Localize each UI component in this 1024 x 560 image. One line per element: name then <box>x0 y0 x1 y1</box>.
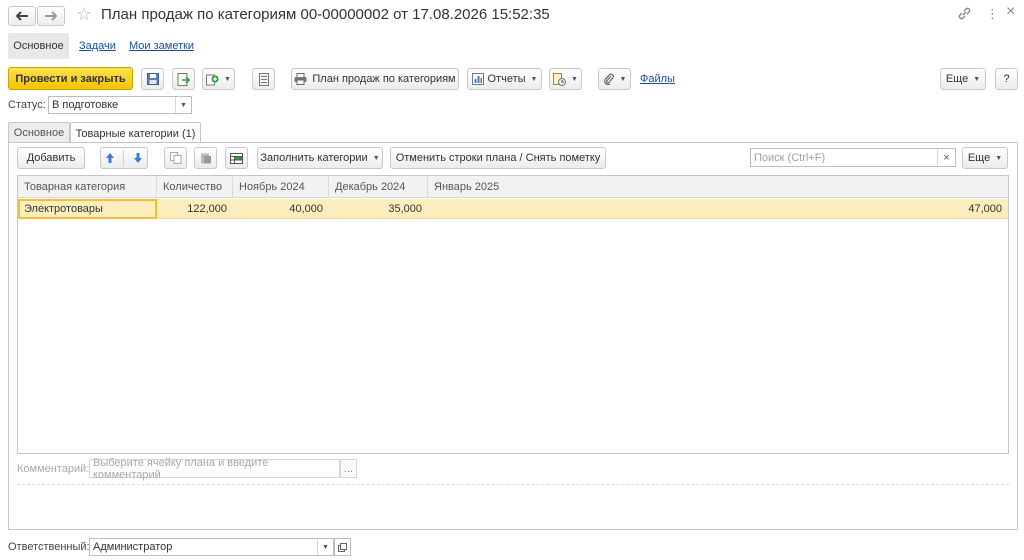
status-value: В подготовке <box>52 99 119 111</box>
tasks-link[interactable]: Задачи <box>79 40 116 52</box>
table-more-button[interactable]: Еще ▼ <box>962 147 1008 169</box>
copy-button[interactable] <box>164 147 187 169</box>
responsible-select[interactable]: Администратор ▼ <box>89 538 334 556</box>
add-button[interactable]: Добавить <box>17 147 85 169</box>
arrow-right-icon <box>45 11 58 21</box>
cell-quantity[interactable]: 122,000 <box>157 199 233 219</box>
responsible-value: Администратор <box>93 541 173 553</box>
files-label: Файлы <box>640 73 675 85</box>
post-and-close-button[interactable]: Провести и закрыть <box>8 67 133 90</box>
page-title: План продаж по категориям 00-00000002 от… <box>101 6 550 23</box>
post-document-icon <box>177 72 190 86</box>
open-responsible-button[interactable] <box>334 538 351 556</box>
create-based-on-button[interactable]: ▼ <box>202 68 235 90</box>
floppy-icon <box>146 73 159 85</box>
copy-icon <box>169 152 181 164</box>
column-header-december[interactable]: Декабрь 2024 <box>329 176 428 198</box>
chevron-down-icon: ▼ <box>571 75 578 83</box>
arrow-down-icon[interactable] <box>133 152 143 164</box>
attachments-button[interactable]: ▼ <box>598 68 631 90</box>
table-more-label: Еще <box>967 152 991 164</box>
comment-input[interactable]: Выберите ячейку плана и введите коммента… <box>89 457 340 481</box>
clear-search-icon[interactable]: × <box>937 149 955 166</box>
column-header-category[interactable]: Товарная категория <box>18 176 157 198</box>
cell-december[interactable]: 35,000 <box>329 199 428 219</box>
paste-button[interactable] <box>194 147 217 169</box>
files-link[interactable]: Файлы <box>640 73 675 85</box>
section-tab-main[interactable]: Основное <box>8 33 69 59</box>
table-settings-button[interactable] <box>225 147 248 169</box>
open-icon <box>338 542 347 552</box>
categories-table: Товарная категория Количество Ноябрь 202… <box>17 175 1009 454</box>
tab-product-categories[interactable]: Товарные категории (1) <box>70 122 201 144</box>
printer-icon <box>294 73 307 85</box>
forward-button[interactable] <box>37 6 65 26</box>
tab-main[interactable]: Основное <box>8 122 70 143</box>
search-field[interactable]: Поиск (Ctrl+F) × <box>750 148 956 167</box>
link-icon[interactable] <box>958 7 971 23</box>
chevron-down-icon: ▼ <box>619 75 627 83</box>
help-button[interactable]: ? <box>995 68 1018 90</box>
cell-category[interactable]: Электротовары <box>18 199 157 219</box>
star-icon[interactable]: ☆ <box>76 4 92 25</box>
more-label: Еще <box>945 73 969 85</box>
print-forms-button[interactable]: ▼ <box>549 68 582 90</box>
reports-label: Отчеты <box>487 73 526 85</box>
table-header: Товарная категория Количество Ноябрь 202… <box>18 176 1008 198</box>
close-icon[interactable]: × <box>1006 3 1015 21</box>
column-header-november[interactable]: Ноябрь 2024 <box>233 176 329 198</box>
chevron-down-icon: ▼ <box>372 154 380 162</box>
structure-button[interactable] <box>252 68 275 90</box>
move-buttons <box>100 147 148 169</box>
back-button[interactable] <box>8 6 36 26</box>
chevron-down-icon: ▼ <box>995 154 1003 162</box>
section-tab-tasks[interactable]: Задачи <box>79 33 116 59</box>
document-list-icon <box>258 72 269 86</box>
comment-label: Комментарий: <box>17 463 90 475</box>
column-header-january[interactable]: Январь 2025 <box>428 176 1008 198</box>
reports-button[interactable]: Отчеты ▼ <box>467 68 542 90</box>
table-row[interactable]: Электротовары 122,000 40,000 35,000 47,0… <box>18 199 1008 219</box>
chevron-down-icon: ▼ <box>224 75 231 83</box>
reports-icon <box>471 73 484 85</box>
save-button[interactable] <box>141 68 164 90</box>
cell-january[interactable]: 47,000 <box>428 199 1008 219</box>
more-button[interactable]: Еще ▼ <box>940 68 986 90</box>
notes-link[interactable]: Мои заметки <box>129 40 194 52</box>
chevron-down-icon: ▼ <box>973 75 981 83</box>
print-plan-label: План продаж по категориям <box>312 73 456 85</box>
cell-november[interactable]: 40,000 <box>233 199 329 219</box>
more-menu-icon[interactable]: ⋮ <box>986 6 999 22</box>
arrow-left-icon <box>15 11 28 21</box>
fill-categories-label: Заполнить категории <box>260 152 368 164</box>
chevron-down-icon[interactable]: ▼ <box>175 97 191 113</box>
responsible-label: Ответственный: <box>8 541 90 553</box>
table-icon <box>230 152 243 164</box>
divider <box>17 484 1009 485</box>
column-header-quantity[interactable]: Количество <box>157 176 233 198</box>
print-forms-icon <box>553 72 567 86</box>
status-select[interactable]: В подготовке ▼ <box>48 96 192 114</box>
paperclip-icon <box>603 73 614 85</box>
fill-categories-button[interactable]: Заполнить категории ▼ <box>257 147 383 169</box>
chevron-down-icon: ▼ <box>530 75 538 83</box>
post-button[interactable] <box>172 68 195 90</box>
arrow-up-icon[interactable] <box>105 152 115 164</box>
paste-icon <box>200 153 211 164</box>
status-label: Статус: <box>8 99 46 111</box>
print-plan-button[interactable]: План продаж по категориям <box>291 68 459 90</box>
create-based-icon <box>206 74 219 85</box>
section-tab-notes[interactable]: Мои заметки <box>129 33 194 59</box>
comment-select-button[interactable]: ... <box>340 459 357 478</box>
chevron-down-icon[interactable]: ▼ <box>317 539 333 555</box>
cancel-rows-button[interactable]: Отменить строки плана / Снять пометку <box>390 147 606 169</box>
search-input[interactable]: Поиск (Ctrl+F) <box>751 152 937 164</box>
